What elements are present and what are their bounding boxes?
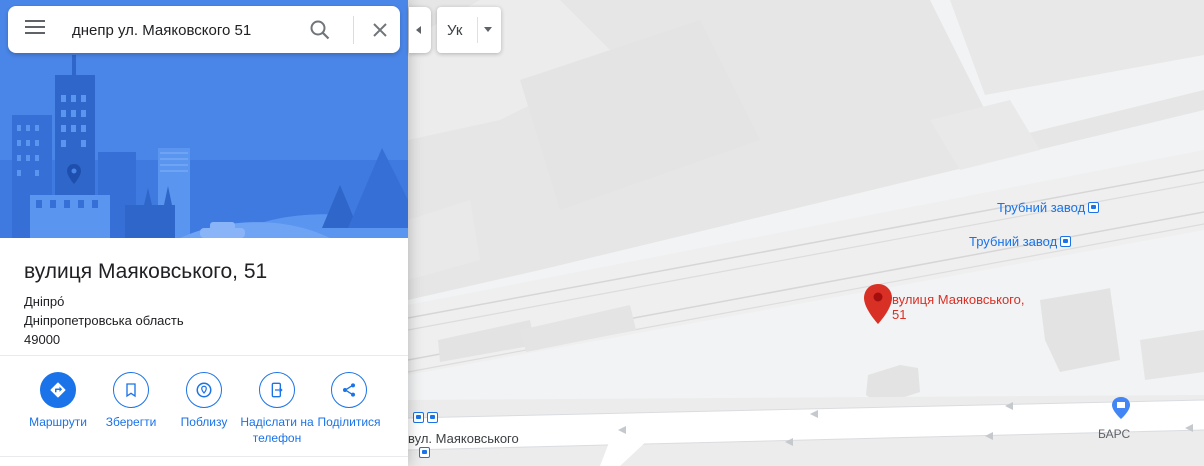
language-select[interactable]: Ук [437, 7, 501, 53]
place-title: вулиця Маяковського, 51 [24, 260, 268, 283]
send-to-phone-icon [259, 372, 295, 408]
transit-stop-name: Трубний завод [969, 234, 1058, 249]
tram-stop-icon[interactable] [427, 412, 438, 423]
search-input[interactable] [72, 16, 302, 44]
share-button[interactable]: Поділитися [309, 372, 389, 430]
poi-label[interactable]: БАРС [1098, 427, 1130, 441]
bookmark-icon [113, 372, 149, 408]
tram-stop-icon[interactable] [419, 447, 430, 458]
transit-stop-label[interactable]: Трубний завод [997, 200, 1100, 215]
directions-button[interactable]: Маршрути [18, 372, 98, 430]
send-to-phone-button[interactable]: Надіслати на телефон [237, 372, 317, 446]
save-button[interactable]: Зберегти [91, 372, 171, 430]
directions-icon [40, 372, 76, 408]
directions-label: Маршрути [29, 415, 87, 429]
nearby-label: Поблизу [180, 415, 228, 429]
save-label: Зберегти [105, 415, 157, 429]
chevron-down-icon [484, 27, 492, 32]
place-panel: вулиця Маяковського, 51 Дніпро́ Дніпропе… [0, 0, 408, 466]
menu-icon[interactable] [25, 20, 45, 40]
action-bar: Маршрути Зберегти Поблизу Надіслати на т… [0, 372, 408, 452]
search-icon[interactable] [308, 18, 332, 42]
nearby-button[interactable]: Поблизу [164, 372, 244, 430]
send-to-phone-label: Надіслати на телефон [240, 415, 314, 445]
divider [0, 456, 408, 457]
place-region: Дніпропетровська область [24, 313, 184, 328]
place-city: Дніпро́ [24, 294, 65, 309]
language-divider [477, 17, 478, 43]
place-info: вулиця Маяковського, 51 Дніпро́ Дніпропе… [0, 238, 408, 349]
street-label: вул. Маяковського [408, 431, 519, 446]
tram-stop-icon[interactable] [413, 412, 424, 423]
share-label: Поділитися [317, 415, 381, 429]
close-icon[interactable] [368, 18, 392, 42]
tram-stop-icon [1060, 236, 1072, 247]
nearby-icon [186, 372, 222, 408]
tram-stop-icon [1088, 202, 1100, 213]
language-label: Ук [447, 22, 463, 39]
collapse-panel-button[interactable] [409, 7, 431, 53]
place-postcode: 49000 [24, 332, 61, 347]
search-box [8, 6, 400, 53]
transit-stop-label[interactable]: Трубний завод [969, 234, 1072, 249]
search-divider [353, 16, 354, 44]
transit-stop-name: Трубний завод [997, 200, 1086, 215]
pin-label: вулиця Маяковського, 51 [892, 292, 1025, 322]
divider [0, 355, 408, 356]
share-icon [331, 372, 367, 408]
